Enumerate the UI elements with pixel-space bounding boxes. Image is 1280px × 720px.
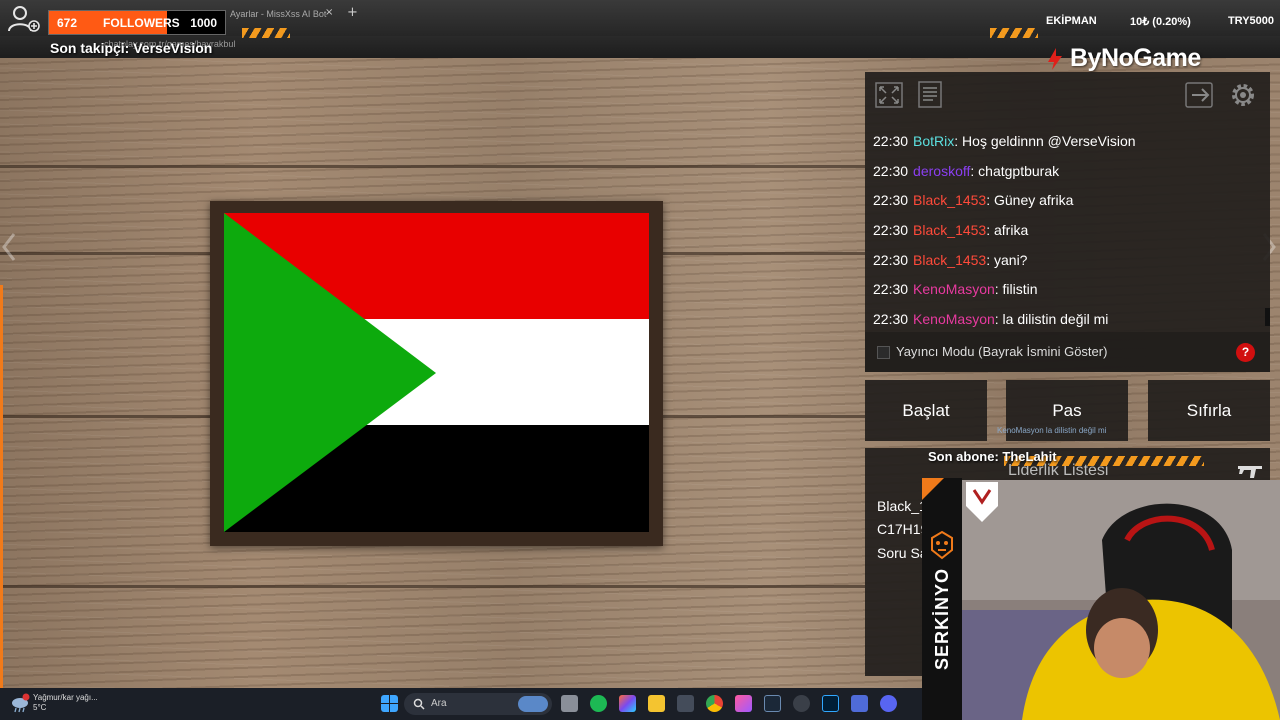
chat-timestamp: 22:30 bbox=[873, 162, 909, 179]
wood-plank-divider bbox=[0, 165, 865, 168]
orange-corner-decor bbox=[922, 478, 944, 500]
chat-text: : chatgptburak bbox=[970, 162, 1060, 179]
fullscreen-icon[interactable] bbox=[873, 80, 905, 110]
exit-icon[interactable] bbox=[1183, 80, 1215, 110]
brand-name: ByNoGame bbox=[1070, 44, 1201, 72]
top-overlay-bar: 672 FOLLOWERS 1000 Ayarlar - MissXss AI … bbox=[0, 0, 1280, 72]
document-icon[interactable] bbox=[915, 80, 947, 110]
chat-timestamp: 22:30 bbox=[873, 192, 909, 209]
search-icon bbox=[413, 698, 425, 710]
equipment-code: TRY5000 bbox=[1227, 15, 1274, 27]
equipment-label: EKİPMAN bbox=[1046, 15, 1097, 27]
taskbar-search-box[interactable]: Ara bbox=[404, 693, 552, 715]
chat-timestamp: 22:30 bbox=[873, 132, 909, 149]
chat-panel: 22:30 BotRix: Hoş geldinnn @VerseVision 22… bbox=[865, 72, 1270, 372]
browser-tab-title[interactable]: Ayarlar - MissXss AI Bot bbox=[230, 9, 326, 19]
chat-text: : Güney afrika bbox=[986, 192, 1074, 209]
streamer-mode-checkbox[interactable] bbox=[877, 346, 890, 359]
bynogame-mark-icon bbox=[1048, 47, 1062, 70]
streamer-mode-row: Yayıncı Modu (Bayrak İsmini Göster) ? bbox=[865, 332, 1270, 372]
chat-message: 22:30 Black_1453: afrika bbox=[873, 215, 1263, 245]
last-subscriber-label: Son abone: TheLahit bbox=[928, 449, 1057, 464]
discord-alt-icon[interactable] bbox=[851, 695, 868, 712]
discord-icon[interactable] bbox=[880, 695, 897, 712]
shield-badge-icon bbox=[966, 482, 998, 522]
chat-text: : afrika bbox=[986, 221, 1029, 238]
steam-icon[interactable] bbox=[764, 695, 781, 712]
flag-image bbox=[224, 213, 649, 532]
followers-goal: 1000 bbox=[190, 15, 217, 30]
followers-label: FOLLOWERS bbox=[103, 15, 180, 30]
chat-timestamp: 22:30 bbox=[873, 221, 909, 238]
chat-message: 22:30 KenoMasyon: filistin bbox=[873, 274, 1263, 304]
chat-username[interactable]: BotRix bbox=[913, 133, 954, 149]
file-explorer-icon[interactable] bbox=[648, 695, 665, 712]
search-highlight-icon bbox=[518, 696, 548, 712]
photoshop-icon[interactable] bbox=[822, 695, 839, 712]
chat-username[interactable]: KenoMasyon bbox=[913, 281, 995, 297]
windows-start-icon[interactable] bbox=[381, 695, 398, 712]
webcam-feed bbox=[962, 480, 1280, 720]
chat-timestamp: 22:30 bbox=[873, 310, 909, 327]
streamer-mode-label: Yayıncı Modu (Bayrak İsmini Göster) bbox=[896, 344, 1108, 359]
streamer-name: SERKİNYO bbox=[932, 568, 952, 671]
chat-text: : la dilistin değil mi bbox=[994, 310, 1109, 327]
decor-stripes bbox=[242, 28, 290, 38]
bynogame-logo: ByNoGame bbox=[1046, 44, 1201, 73]
chat-username[interactable]: Black_1453 bbox=[913, 222, 986, 238]
add-user-icon bbox=[8, 6, 40, 32]
spotify-icon[interactable] bbox=[590, 695, 607, 712]
chat-message: 22:30 KenoMasyon: la dilistin değil mi bbox=[873, 304, 1263, 334]
pass-button-subtext: KenoMasyon la dilistin değil mi bbox=[997, 426, 1107, 435]
chat-scrollbar[interactable] bbox=[1265, 308, 1270, 326]
lion-logo-icon bbox=[931, 530, 953, 560]
last-follower-label: Son takipçi: VerseVision bbox=[50, 40, 213, 56]
webcam-scene bbox=[962, 480, 1280, 720]
chat-text: : Hoş geldinnn @VerseVision bbox=[954, 132, 1136, 149]
chat-message: 22:30 Black_1453: yani? bbox=[873, 245, 1263, 275]
new-tab-button[interactable]: + bbox=[347, 5, 358, 20]
decor-stripes bbox=[990, 28, 1038, 38]
weather-icon[interactable] bbox=[10, 693, 30, 713]
chat-text: : filistin bbox=[994, 281, 1038, 298]
weather-condition: Yağmur/kar yağı... bbox=[33, 693, 98, 702]
streamer-name-strip: SERKİNYO bbox=[922, 478, 962, 720]
windows-taskbar: Yağmur/kar yağı... 5°C Ara bbox=[0, 688, 922, 720]
search-placeholder: Ara bbox=[431, 698, 447, 709]
chrome-icon[interactable] bbox=[706, 695, 723, 712]
chat-username[interactable]: Black_1453 bbox=[913, 192, 986, 208]
chat-message: 22:30 deroskoff: chatgptburak bbox=[873, 156, 1263, 186]
chat-timestamp: 22:30 bbox=[873, 281, 909, 298]
chat-message: 22:30 Black_1453: Güney afrika bbox=[873, 185, 1263, 215]
copilot-icon[interactable] bbox=[619, 695, 636, 712]
task-view-icon[interactable] bbox=[561, 695, 578, 712]
help-button[interactable]: ? bbox=[1236, 343, 1255, 362]
weather-widget[interactable]: Yağmur/kar yağı... 5°C bbox=[33, 693, 98, 713]
chat-username[interactable]: deroskoff bbox=[913, 163, 970, 179]
rifle-icon bbox=[1238, 466, 1262, 478]
chat-username[interactable]: KenoMasyon bbox=[913, 311, 995, 327]
equipment-goal-bar: EKİPMAN 10₺ (0.20%) TRY5000 bbox=[1040, 8, 1280, 34]
reset-button[interactable]: Sıfırla bbox=[1148, 380, 1270, 441]
equipment-value: 10₺ (0.20%) bbox=[1130, 15, 1191, 28]
chat-message-list: 22:30 BotRix: Hoş geldinnn @VerseVision 22… bbox=[873, 126, 1263, 334]
wood-plank-divider bbox=[0, 585, 865, 588]
chat-timestamp: 22:30 bbox=[873, 251, 909, 268]
settings-gear-icon[interactable] bbox=[1227, 80, 1259, 110]
store-icon[interactable] bbox=[677, 695, 694, 712]
chat-text: : yani? bbox=[986, 251, 1028, 268]
instagram-icon[interactable] bbox=[735, 695, 752, 712]
start-button[interactable]: Başlat bbox=[865, 380, 987, 441]
followers-goal-bar: 672 FOLLOWERS 1000 bbox=[48, 10, 226, 35]
previous-arrow-icon[interactable] bbox=[2, 232, 16, 262]
chat-message: 22:30 BotRix: Hoş geldinnn @VerseVision bbox=[873, 126, 1263, 156]
chat-username[interactable]: Black_1453 bbox=[913, 252, 986, 268]
obs-icon[interactable] bbox=[793, 695, 810, 712]
browser-tab-close-button[interactable]: × bbox=[325, 7, 333, 18]
followers-current: 672 bbox=[57, 15, 78, 30]
overlay-edge bbox=[0, 285, 3, 690]
weather-temperature: 5°C bbox=[33, 703, 47, 712]
